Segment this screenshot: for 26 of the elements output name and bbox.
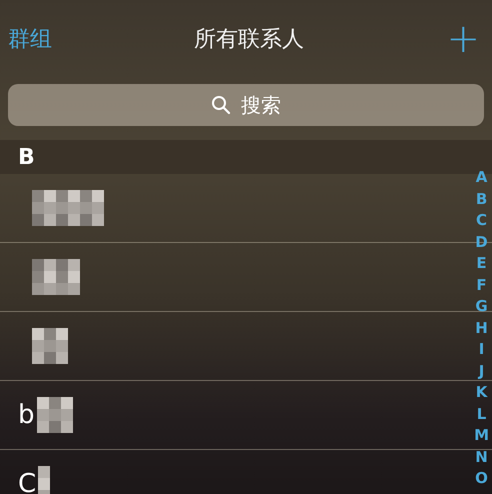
screen-title: 所有联系人 <box>194 26 304 54</box>
index-letter[interactable]: F <box>476 274 487 296</box>
contact-name[interactable]: b <box>18 400 35 430</box>
redaction-mosaic <box>32 328 68 364</box>
index-letter[interactable]: E <box>476 253 487 274</box>
redaction-mosaic <box>38 466 50 494</box>
index-letter[interactable]: N <box>475 446 488 468</box>
index-letter[interactable]: H <box>475 318 488 339</box>
index-letter[interactable]: D <box>475 232 488 253</box>
redaction-mosaic <box>32 259 80 295</box>
contact-name[interactable]: C <box>18 469 36 494</box>
index-letter[interactable]: J <box>478 360 484 382</box>
index-letter[interactable]: B <box>476 188 488 210</box>
groups-link[interactable]: 群组 <box>8 24 52 54</box>
redaction-mosaic <box>32 190 104 226</box>
index-letter[interactable]: O <box>475 468 488 490</box>
index-letter[interactable]: I <box>478 339 484 360</box>
redaction-mosaic <box>36 397 73 433</box>
index-letter[interactable]: G <box>475 296 488 318</box>
search-field[interactable]: 搜索 <box>8 84 484 126</box>
search-icon <box>211 95 231 115</box>
add-button[interactable]: + <box>446 19 480 59</box>
index-letter[interactable]: M <box>474 425 489 446</box>
index-letter[interactable]: L <box>476 404 486 425</box>
index-letter[interactable]: C <box>476 210 488 232</box>
index-letter[interactable]: K <box>476 382 488 404</box>
